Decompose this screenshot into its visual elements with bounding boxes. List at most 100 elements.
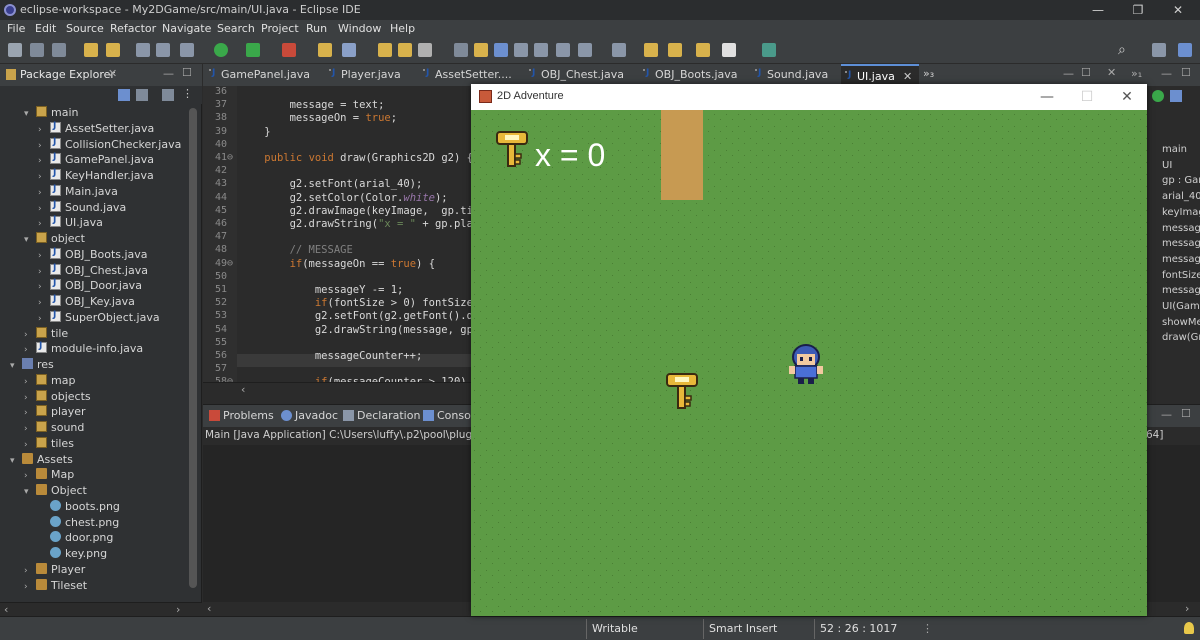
expanded-arrow-icon[interactable]: ▾ <box>10 456 22 466</box>
outline-filter-icon[interactable] <box>1152 90 1164 102</box>
tab-javadoc[interactable]: Javadoc <box>279 409 338 422</box>
outline-item[interactable]: message <box>1162 223 1200 234</box>
scroll-left-icon[interactable]: ‹ <box>207 602 211 615</box>
search-tool-icon[interactable] <box>418 43 432 57</box>
tab-obj-chest[interactable]: OBJ_Chest.java <box>525 64 624 86</box>
expanded-arrow-icon[interactable]: ▾ <box>24 109 36 119</box>
tree-item[interactable]: › SuperObject.java <box>38 310 160 327</box>
collapsed-arrow-icon[interactable]: › <box>24 330 36 340</box>
tree-item[interactable]: › tile <box>24 326 68 343</box>
game-maximize-button[interactable]: ☐ <box>1067 86 1107 108</box>
word-wrap-icon[interactable] <box>494 43 508 57</box>
tree-item[interactable]: › sound <box>24 421 84 437</box>
menu-edit[interactable]: Edit <box>35 22 56 35</box>
tree-item[interactable]: › AssetSetter.java <box>38 121 154 138</box>
tree-item[interactable]: › CollisionChecker.java <box>38 137 181 154</box>
code-line[interactable]: message = text; <box>239 99 385 111</box>
outline-item[interactable]: UI(Game <box>1162 301 1200 312</box>
collapsed-arrow-icon[interactable]: › <box>38 156 50 166</box>
game-minimize-button[interactable]: — <box>1027 86 1067 108</box>
collapsed-arrow-icon[interactable]: › <box>38 141 50 151</box>
status-cursor-position[interactable]: 52 : 26 : 1017 <box>820 622 897 635</box>
code-line[interactable]: public void draw(Graphics2D g2) { <box>239 152 473 164</box>
collapse-all-icon[interactable] <box>118 89 130 101</box>
code-line[interactable]: messageCounter++; <box>239 350 422 362</box>
tree-item[interactable]: › objects <box>24 389 91 406</box>
outline-item[interactable]: showMe <box>1162 317 1200 328</box>
tree-item[interactable]: › Sound.java <box>38 200 126 217</box>
menu-source[interactable]: Source <box>66 22 104 35</box>
tab-problems[interactable]: Problems <box>207 409 274 422</box>
save-all-icon[interactable] <box>52 43 66 57</box>
tab-obj-boots[interactable]: OBJ_Boots.java <box>639 64 738 86</box>
scroll-left-icon[interactable]: ‹ <box>4 603 8 616</box>
next-location-icon[interactable] <box>722 43 736 57</box>
collapsed-arrow-icon[interactable]: › <box>38 204 50 214</box>
scroll-right-icon[interactable]: › <box>1185 602 1189 615</box>
tip-bulb-icon[interactable] <box>1184 622 1194 634</box>
pin-editor-icon[interactable] <box>578 43 592 57</box>
code-line[interactable]: if(messageOn == true) { <box>239 258 435 270</box>
debug-icon[interactable] <box>180 43 194 57</box>
tree-item[interactable]: › Player <box>24 562 85 579</box>
view-menu-icon[interactable]: ⋮ <box>182 87 193 100</box>
search-icon[interactable]: ⌕ <box>1118 43 1132 57</box>
tab-assetsetter[interactable]: AssetSetter.... <box>419 64 512 86</box>
maximize-button[interactable]: ❐ <box>1118 0 1158 20</box>
outline-item[interactable]: fontSize <box>1162 270 1200 281</box>
redo-icon[interactable] <box>106 43 120 57</box>
coverage-icon[interactable] <box>246 43 260 57</box>
collapsed-arrow-icon[interactable]: › <box>24 440 36 450</box>
scroll-right-icon[interactable]: › <box>176 603 180 616</box>
new-icon[interactable] <box>8 43 22 57</box>
tree-item[interactable]: › OBJ_Boots.java <box>38 247 148 264</box>
block-select-icon[interactable] <box>514 43 528 57</box>
close-view-icon[interactable]: ✕ <box>108 67 117 80</box>
status-insert-mode[interactable]: Smart Insert <box>709 622 777 635</box>
expanded-arrow-icon[interactable]: ▾ <box>24 487 36 497</box>
tree-item[interactable]: › OBJ_Door.java <box>38 278 142 295</box>
tab-overflow-button[interactable]: »₃ <box>923 67 934 80</box>
tree-item[interactable]: › UI.java <box>38 215 103 232</box>
outline-item[interactable]: message <box>1162 238 1200 249</box>
outline-overflow-icon[interactable]: »₁ <box>1131 67 1142 80</box>
tree-item[interactable]: door.png <box>38 531 113 547</box>
tree-item[interactable]: › Map <box>24 468 74 484</box>
expanded-arrow-icon[interactable]: ▾ <box>10 361 22 371</box>
scroll-left-icon[interactable]: ‹ <box>241 383 245 396</box>
code-line[interactable]: g2.setColor(Color.white); <box>239 192 448 204</box>
next-edit-icon[interactable] <box>612 43 626 57</box>
minimize-button[interactable]: — <box>1078 0 1118 20</box>
code-line[interactable]: // MESSAGE <box>239 244 353 256</box>
open-perspective-icon[interactable] <box>1152 43 1166 57</box>
collapsed-arrow-icon[interactable]: › <box>38 267 50 277</box>
pilcrow-icon[interactable] <box>556 43 570 57</box>
game-close-button[interactable]: ✕ <box>1107 86 1147 108</box>
open-folder-icon[interactable] <box>398 43 412 57</box>
tree-item[interactable]: › OBJ_Key.java <box>38 294 135 311</box>
back-icon[interactable] <box>644 43 658 57</box>
tab-ui[interactable]: UI.java ✕ <box>841 64 919 86</box>
collapsed-arrow-icon[interactable]: › <box>24 424 36 434</box>
tree-item[interactable]: › KeyHandler.java <box>38 168 154 185</box>
minimize-console-icon[interactable]: — <box>1161 408 1172 421</box>
undo-icon[interactable] <box>84 43 98 57</box>
previous-location-icon[interactable] <box>696 43 710 57</box>
code-line[interactable]: if(fontSize > 0) fontSize <box>239 297 473 309</box>
toggle-icon[interactable] <box>136 43 150 57</box>
collapsed-arrow-icon[interactable]: › <box>38 298 50 308</box>
collapsed-arrow-icon[interactable]: › <box>24 471 36 481</box>
code-line[interactable]: messageY -= 1; <box>239 284 404 296</box>
tree-vertical-scrollbar[interactable] <box>187 104 199 600</box>
collapsed-arrow-icon[interactable]: › <box>24 408 36 418</box>
tree-item[interactable]: › GamePanel.java <box>38 152 154 169</box>
tab-declaration[interactable]: Declaration <box>341 409 420 422</box>
tree-item[interactable]: › Tileset <box>24 578 87 595</box>
collapsed-arrow-icon[interactable]: › <box>38 219 50 229</box>
tree-item[interactable]: ▾ main <box>24 106 78 122</box>
tree-item[interactable]: › module-info.java <box>24 341 143 358</box>
restore-icon[interactable]: ✕ <box>1107 66 1116 79</box>
forward-icon[interactable] <box>668 43 682 57</box>
tree-item[interactable]: › map <box>24 373 75 390</box>
run-icon[interactable] <box>214 43 228 57</box>
